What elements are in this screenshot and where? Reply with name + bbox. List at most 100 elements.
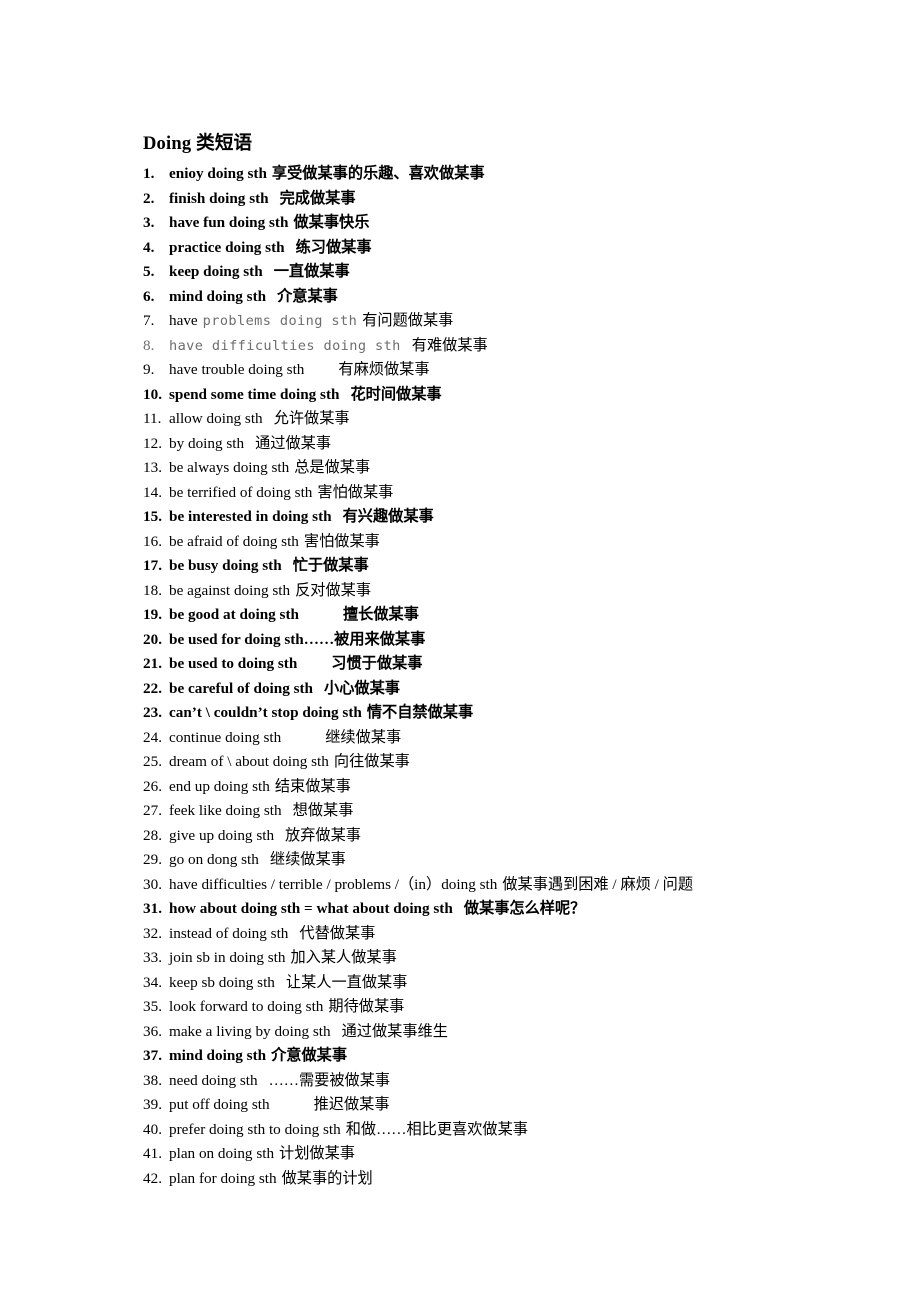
list-item-number: 21. — [143, 655, 162, 672]
list-item-body: plan for doing sth 做某事的计划 — [169, 1167, 373, 1192]
list-item-chinese: 习惯于做某事 — [331, 655, 423, 672]
list-item: 10. spend some time doing sth 花时间做某事 — [143, 383, 883, 408]
list-item: 39. put off doing sth 推迟做某事 — [143, 1093, 883, 1118]
list-item-body: be always doing sth 总是做某事 — [169, 456, 370, 481]
list-item-body: have fun doing sth 做某事快乐 — [169, 211, 369, 236]
list-item-body: be interested in doing sth 有兴趣做某事 — [169, 505, 434, 530]
list-item-number: 38. — [143, 1071, 162, 1089]
list-item-english: be afraid of doing sth — [169, 532, 299, 550]
list-item-english: have fun doing sth — [169, 214, 289, 231]
list-item-english: feek like doing sth — [169, 802, 282, 819]
list-item: 7. have problems doing sth 有问题做某事 — [143, 309, 883, 334]
list-item-english: continue doing sth — [169, 728, 282, 746]
list-item: 16. be afraid of doing sth 害怕做某事 — [143, 530, 883, 555]
list-item-number: 8. — [143, 336, 155, 354]
list-item-chinese: 害怕做某事 — [303, 532, 380, 550]
list-item-english: by doing sth — [169, 434, 245, 452]
list-item: 34. keep sb doing sth 让某人一直做某事 — [143, 971, 883, 996]
list-item-chinese: 推迟做某事 — [313, 1096, 390, 1113]
list-item-english: make a living by doing sth — [169, 1022, 331, 1040]
list-item-english: practice doing sth — [169, 238, 285, 256]
list-item-chinese: 总是做某事 — [294, 459, 371, 476]
list-item: 9. have trouble doing sth 有麻烦做某事 — [143, 358, 883, 383]
list-item-number: 23. — [143, 704, 162, 721]
list-item: 12. by doing sth 通过做某事 — [143, 432, 883, 457]
list-item-chinese: 介意做某事 — [271, 1047, 348, 1064]
list-item-chinese: 做某事的计划 — [281, 1169, 373, 1187]
list-item-body: put off doing sth 推迟做某事 — [169, 1093, 390, 1118]
list-item-number: 42. — [143, 1169, 162, 1187]
list-item-english: have difficulties / terrible / problems … — [169, 875, 498, 893]
list-item-chinese: 计划做某事 — [279, 1145, 355, 1162]
list-item-chinese: 代替做某事 — [299, 924, 376, 942]
list-item-number: 12. — [143, 434, 162, 452]
list-item-chinese: 做某事遇到困难 / 麻烦 / 问题 — [502, 875, 694, 893]
list-item-body: by doing sth 通过做某事 — [169, 432, 331, 457]
list-item-english: be careful of doing sth — [169, 679, 314, 697]
list-item-english: be used to doing sth — [169, 655, 298, 672]
list-item: 42. plan for doing sth 做某事的计划 — [143, 1167, 883, 1192]
list-item-chinese: 小心做某事 — [324, 679, 400, 697]
list-item-english: look forward to doing sth — [169, 998, 324, 1015]
list-item-chinese: 有麻烦做某事 — [338, 361, 430, 378]
list-item-body: finish doing sth 完成做某事 — [169, 187, 356, 212]
list-item-body: be against doing sth 反对做某事 — [169, 579, 371, 604]
list-item-english: spend some time doing sth — [169, 385, 340, 403]
list-item-number: 14. — [143, 483, 162, 501]
list-item-body: have difficulties / terrible / problems … — [169, 873, 693, 898]
list-item-chinese: 加入某人做某事 — [290, 949, 397, 966]
list-item-chinese: ……需要被做某事 — [268, 1071, 391, 1089]
list-item: 13. be always doing sth 总是做某事 — [143, 456, 883, 481]
list-item: 38. need doing sth ……需要被做某事 — [143, 1069, 883, 1094]
list-item-english: be interested in doing sth — [169, 508, 332, 525]
list-item-number: 41. — [143, 1145, 162, 1162]
list-item-body: allow doing sth 允许做某事 — [169, 407, 350, 432]
list-item-number: 4. — [143, 238, 155, 256]
list-item-chinese: 做某事怎么样呢？ — [463, 900, 586, 917]
list-item-chinese: 允许做某事 — [273, 410, 350, 427]
list-item-number: 36. — [143, 1022, 162, 1040]
list-item-number: 26. — [143, 777, 162, 795]
list-item-english: be terrified of doing sth — [169, 483, 313, 501]
list-item: 29. go on dong sth 继续做某事 — [143, 848, 883, 873]
list-item: 19. be good at doing sth 擅长做某事 — [143, 603, 883, 628]
list-item-body: be terrified of doing sth 害怕做某事 — [169, 481, 393, 506]
list-item-chinese: 情不自禁做某事 — [366, 704, 474, 721]
list-item: 25. dream of \ about doing sth 向往做某事 — [143, 750, 883, 775]
list-item-chinese: 擅长做某事 — [342, 606, 419, 623]
list-item-chinese: 结束做某事 — [274, 777, 351, 795]
phrase-list: 1. enioy doing sth 享受做某事的乐趣、喜欢做某事 2. finish … — [143, 162, 883, 1191]
list-item-english: how about doing sth = what about doing s… — [169, 900, 453, 917]
list-item: 36. make a living by doing sth 通过做某事维生 — [143, 1020, 883, 1045]
list-item-body: can’t \ couldn’t stop doing sth 情不自禁做某事 — [169, 701, 473, 726]
list-item-english: go on dong sth — [169, 851, 259, 868]
list-item: 31. how about doing sth = what about doin… — [143, 897, 883, 922]
list-item-body: go on dong sth 继续做某事 — [169, 848, 346, 873]
list-item-english: prefer doing sth to doing sth — [169, 1120, 341, 1138]
list-item-english: be used for doing sth — [169, 630, 304, 648]
list-item-body: be busy doing sth 忙于做某事 — [169, 554, 369, 579]
list-item-english: need doing sth — [169, 1071, 258, 1089]
list-item-number: 22. — [143, 679, 162, 697]
list-item-body: end up doing sth 结束做某事 — [169, 775, 351, 800]
list-item-chinese: 有兴趣做某事 — [342, 508, 434, 525]
list-item-number: 13. — [143, 459, 162, 476]
list-item-english-mono: problems doing sth — [202, 313, 358, 329]
list-item-number: 30. — [143, 875, 162, 893]
list-item-number: 15. — [143, 508, 162, 525]
list-item-english: put off doing sth — [169, 1096, 270, 1113]
list-item-chinese: 放弃做某事 — [285, 826, 361, 844]
list-item-number: 39. — [143, 1096, 162, 1113]
list-item-body: mind doing sth 介意做某事 — [169, 1044, 347, 1069]
list-item-chinese: 想做某事 — [292, 802, 354, 819]
list-item-body: be careful of doing sth 小心做某事 — [169, 677, 400, 702]
list-item-chinese: 让某人一直做某事 — [285, 973, 408, 991]
list-item-number: 5. — [143, 263, 155, 280]
list-item-number: 2. — [143, 189, 155, 207]
list-item-english: enioy doing sth — [169, 165, 267, 182]
list-item-english: be against doing sth — [169, 581, 291, 599]
list-item-body: keep doing sth 一直做某事 — [169, 260, 350, 285]
list-item: 35. look forward to doing sth 期待做某事 — [143, 995, 883, 1020]
list-item-english: be busy doing sth — [169, 557, 282, 574]
list-item-english: end up doing sth — [169, 777, 270, 795]
